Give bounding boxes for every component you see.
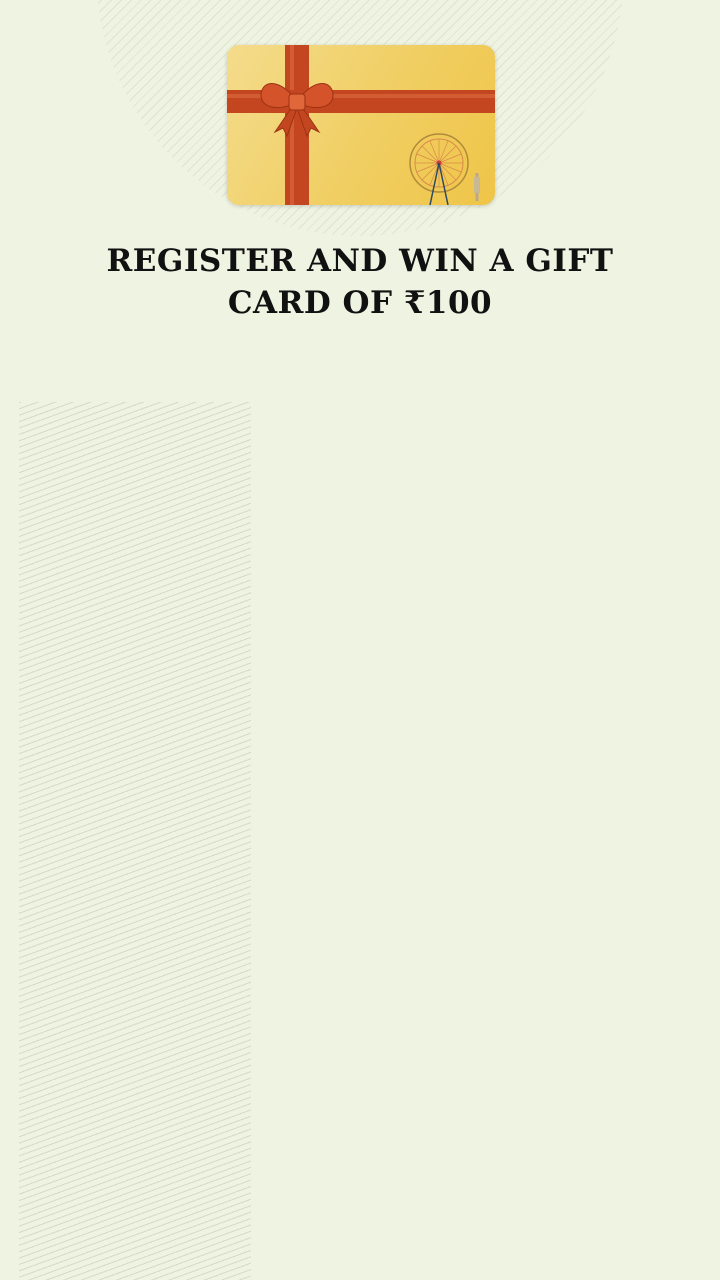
promo-headline-line1: REGISTER AND WIN A GIFT <box>106 243 614 279</box>
background-hatch-panel <box>19 402 251 1280</box>
ferris-wheel-icon <box>409 133 480 205</box>
promo-headline: REGISTER AND WIN A GIFT CARD OF ₹100 <box>60 240 660 324</box>
gift-card-image <box>227 45 495 205</box>
promo-headline-line2: CARD OF ₹100 <box>227 285 493 321</box>
